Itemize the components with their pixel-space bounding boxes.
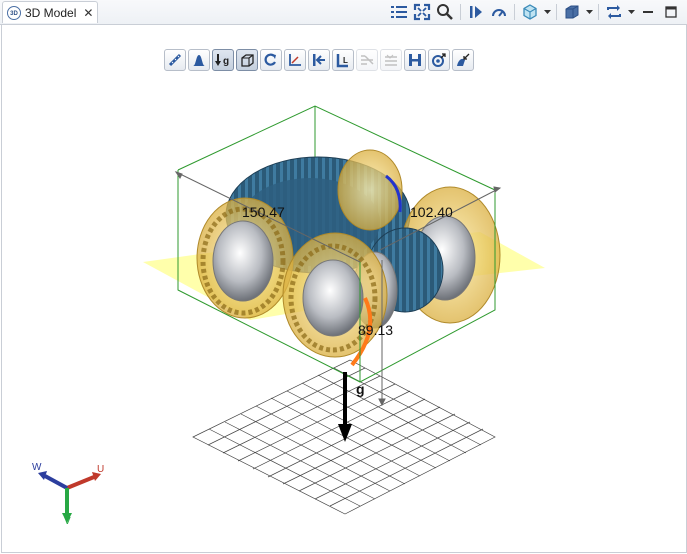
svg-text:g: g xyxy=(223,56,229,67)
gravity-label: g xyxy=(356,381,365,397)
gravity-arrow xyxy=(338,372,352,442)
measure-icon[interactable] xyxy=(164,49,186,71)
arrow-left-icon[interactable] xyxy=(308,49,330,71)
bounding-box-icon[interactable] xyxy=(236,49,258,71)
axes-icon[interactable] xyxy=(284,49,306,71)
shaft-icon[interactable] xyxy=(404,49,426,71)
view-tools: g L xyxy=(164,49,474,71)
back-bearing xyxy=(337,149,403,231)
triad-w-label: W xyxy=(32,462,42,473)
triad-v-label: V xyxy=(64,516,71,527)
corner-icon[interactable]: L xyxy=(332,49,354,71)
stress-icon[interactable] xyxy=(380,49,402,71)
front-bearing xyxy=(282,232,388,358)
rotate-icon[interactable] xyxy=(260,49,282,71)
export-icon[interactable] xyxy=(452,49,474,71)
svg-text:L: L xyxy=(343,56,348,65)
app-window: 3D 3D Model ✕ g L 150.47 102.40 89.13 g … xyxy=(0,0,687,554)
bearing-icon[interactable] xyxy=(428,49,450,71)
load-profile-icon[interactable] xyxy=(188,49,210,71)
deflection-icon[interactable] xyxy=(356,49,378,71)
dimension-label-1: 150.47 xyxy=(242,204,285,220)
dimension-label-3: 89.13 xyxy=(358,322,394,338)
triad-u-label: U xyxy=(97,464,105,475)
dimension-label-2: 102.40 xyxy=(410,204,453,220)
gravity-icon[interactable]: g xyxy=(212,49,234,71)
